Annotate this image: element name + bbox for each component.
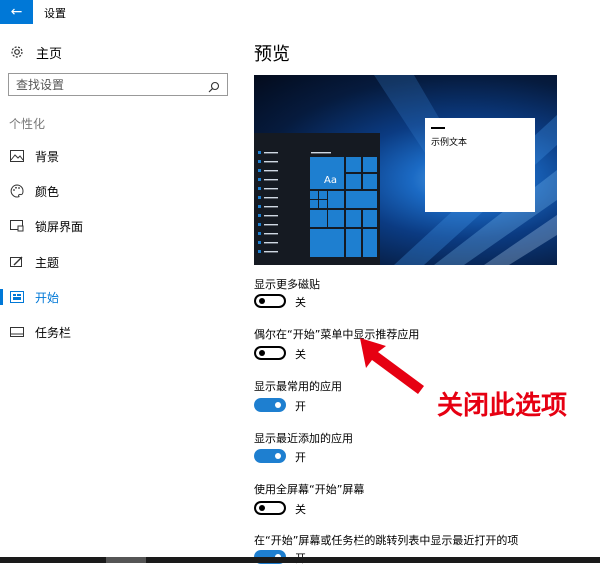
setting-label-recently-added: 显示最近添加的应用 [254,432,353,445]
toggle-state-label: 关 [295,296,306,309]
picture-icon [10,149,24,163]
toggle-knob [259,505,265,511]
start-preview: Aa 示例文本 [254,75,557,265]
back-button[interactable]: ← [0,0,33,24]
toggle-state-label: 关 [295,348,306,361]
window-title: 设置 [44,7,66,20]
bottom-taskbar-strip [0,557,600,563]
start-menu-preview: Aa [254,133,380,265]
toggle-state-label: 开 [295,400,306,413]
sidebar-item-background[interactable]: 背景 [0,146,240,166]
page-title: 预览 [254,44,290,65]
palette-icon [10,184,24,198]
toggle-suggestions[interactable] [254,346,286,360]
sidebar-item-home[interactable]: 主页 [10,43,63,62]
tile-label: Aa [324,175,337,186]
toggle-knob [259,298,265,304]
sample-window: 示例文本 [425,118,535,212]
annotation-text: 关闭此选项 [437,391,568,421]
setting-label-most-used: 显示最常用的应用 [254,380,342,393]
search-input[interactable] [9,76,208,93]
sidebar-item-themes[interactable]: 主题 [0,252,240,272]
annotation-arrow-icon [360,338,424,394]
start-icon [10,290,24,304]
active-indicator [0,289,3,305]
setting-label-full-screen: 使用全屏幕“开始”屏幕 [254,483,365,496]
title-bar: ← 设置 [0,0,600,24]
toggle-knob [275,453,281,459]
sample-text: 示例文本 [431,138,468,148]
sidebar-item-label: 锁屏界面 [35,219,84,234]
toggle-state-label: 开 [295,451,306,464]
sidebar-item-colors[interactable]: 颜色 [0,181,240,201]
toggle-full-screen[interactable] [254,501,286,515]
sidebar-item-label: 背景 [35,149,60,164]
toggle-recently-added[interactable] [254,449,286,463]
sidebar-item-label: 开始 [35,290,60,305]
toggle-more-tiles[interactable] [254,294,286,308]
sidebar-item-label: 主页 [36,46,63,62]
gear-icon [10,45,24,59]
sidebar-item-taskbar[interactable]: 任务栏 [0,322,240,342]
sidebar-item-label: 主题 [35,255,60,270]
sidebar-item-lockscreen[interactable]: 锁屏界面 [0,216,240,236]
toggle-knob [275,402,281,408]
setting-label-more-tiles: 显示更多磁贴 [254,278,320,291]
start-menu-list-graphic [258,151,377,257]
sample-window-bar [431,127,445,129]
back-arrow-icon: ← [10,4,23,20]
sidebar-item-label: 颜色 [35,184,60,199]
section-title: 个性化 [9,117,46,131]
taskbar-icon [10,325,24,339]
taskbar-highlight [106,557,146,563]
search-field[interactable] [8,73,228,96]
search-icon[interactable] [208,78,220,93]
toggle-knob [259,350,265,356]
setting-label-jump-lists: 在“开始”屏幕或任务栏的跳转列表中显示最近打开的项 [254,534,519,547]
sidebar-item-start[interactable]: 开始 [0,287,240,307]
theme-icon [10,255,24,269]
lockscreen-icon [10,219,24,233]
toggle-most-used[interactable] [254,398,286,412]
toggle-state-label: 关 [295,503,306,516]
sidebar-item-label: 任务栏 [35,325,72,340]
